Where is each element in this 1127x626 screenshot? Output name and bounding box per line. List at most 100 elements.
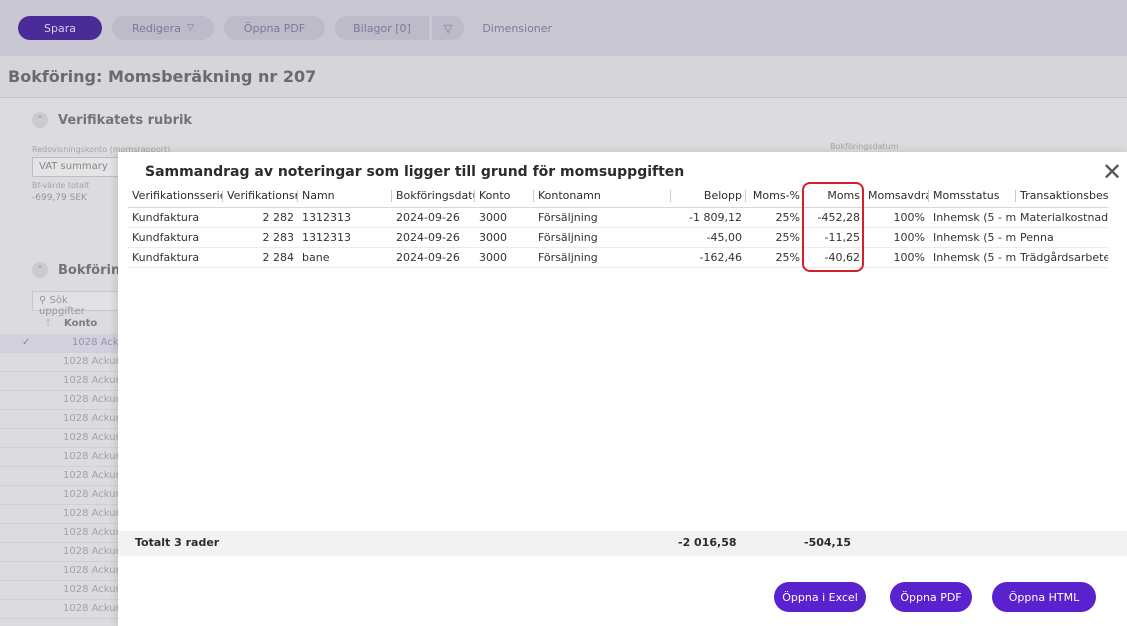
cell: Inhemsk (5 - moms) xyxy=(929,227,1016,248)
page-header: Bokföring: Momsberäkning nr 207 xyxy=(0,56,1127,98)
cell: Försäljning xyxy=(534,247,671,268)
list-item[interactable]: 1028 Ackumulerade xyxy=(0,410,118,429)
cell: 2024-09-26 xyxy=(392,207,475,228)
attachments-button[interactable]: Bilagor [0] xyxy=(335,16,429,40)
column-header[interactable]: Verifikationsserie xyxy=(128,185,223,208)
list-item[interactable]: 1028 Ackumulerade xyxy=(0,467,118,486)
table-header-row: Verifikationsserie Verifikationsnummer N… xyxy=(128,185,1108,208)
cell: 1312313 xyxy=(298,227,392,248)
cell: -45,00 xyxy=(671,227,746,248)
attachments-dropdown-button[interactable]: ▽ xyxy=(431,16,465,40)
list-item[interactable]: 1028 Ackumulerade xyxy=(0,562,118,581)
cell: Penna xyxy=(1016,227,1108,248)
list-item[interactable]: 1028 Ackumulerade xyxy=(0,581,118,600)
check-icon: ✓ xyxy=(22,337,31,348)
table-row[interactable]: Kundfaktura 2 284 bane 2024-09-26 3000 F… xyxy=(128,247,1108,268)
column-header[interactable]: Kontonamn xyxy=(534,185,671,208)
vat-summary-dialog: Sammandrag av noteringar som ligger till… xyxy=(118,152,1127,626)
list-item[interactable]: 1028 Ackumulerade xyxy=(0,524,118,543)
cell: Materialkostnad xyxy=(1016,207,1108,228)
section-header-voucher[interactable]: ⌃ Verifikatets rubrik xyxy=(32,112,192,128)
column-header[interactable]: Moms-% xyxy=(746,185,804,208)
open-pdf-toolbar-button[interactable]: Öppna PDF xyxy=(223,16,326,40)
cell: 1312313 xyxy=(298,207,392,228)
list-item[interactable]: 1028 Ackumulerade xyxy=(0,448,118,467)
total-value: -699,79 SEK xyxy=(32,193,87,203)
search-icon: ⚲ xyxy=(39,295,47,306)
cell: 3000 xyxy=(475,227,534,248)
edit-dropdown-button[interactable]: Redigera ▽ xyxy=(111,16,214,40)
cell: 2024-09-26 xyxy=(392,227,475,248)
totals-moms: -504,15 xyxy=(804,536,852,549)
totals-label: Totalt 3 rader xyxy=(135,536,220,549)
cell: -11,25 xyxy=(804,227,864,248)
cell: 2 283 xyxy=(223,227,298,248)
list-item[interactable]: ✓1028 Ackumulerade xyxy=(0,334,118,353)
cell: 25% xyxy=(746,227,804,248)
save-button[interactable]: Spara xyxy=(18,16,102,40)
cell: Inhemsk (5 - moms) xyxy=(929,247,1016,268)
close-icon[interactable]: ✕ xyxy=(1100,160,1124,184)
cell: Kundfaktura xyxy=(128,227,223,248)
list-item[interactable]: 1028 Ackumulerade xyxy=(0,486,118,505)
column-header[interactable]: Momsavdrag xyxy=(864,185,929,208)
account-field[interactable]: VAT summary xyxy=(32,157,122,177)
page-title: Bokföring: Momsberäkning nr 207 xyxy=(8,67,317,86)
section-header-label: Verifikatets rubrik xyxy=(58,112,193,128)
dialog-title: Sammandrag av noteringar som ligger till… xyxy=(145,164,685,180)
totals-belopp: -2 016,58 xyxy=(678,536,737,549)
cell: Försäljning xyxy=(534,207,671,228)
cell: 2 282 xyxy=(223,207,298,228)
cell: -40,62 xyxy=(804,247,864,268)
list-item[interactable]: 1028 Ackumulerade xyxy=(0,429,118,448)
chevron-down-icon: ▽ xyxy=(186,23,194,33)
table-row[interactable]: Kundfaktura 2 283 1312313 2024-09-26 300… xyxy=(128,227,1108,248)
cell: 100% xyxy=(864,207,929,228)
cell: bane xyxy=(298,247,392,268)
column-header[interactable]: Moms xyxy=(804,185,864,208)
cell: 25% xyxy=(746,247,804,268)
total-label: Bf-värde totalt xyxy=(32,181,90,190)
cell: -1 809,12 xyxy=(671,207,746,228)
cell: -162,46 xyxy=(671,247,746,268)
column-header[interactable]: Momsstatus xyxy=(929,185,1016,208)
cell: Inhemsk (5 - moms) xyxy=(929,207,1016,228)
cell: Kundfaktura xyxy=(128,247,223,268)
attachments-split-button: Bilagor [0] ▽ xyxy=(335,16,465,40)
cell: 2024-09-26 xyxy=(392,247,475,268)
vat-entries-table: Verifikationsserie Verifikationsnummer N… xyxy=(128,185,1108,268)
column-header[interactable]: Bokföringsdatum xyxy=(392,185,475,208)
cell: 3000 xyxy=(475,207,534,228)
search-input[interactable]: ⚲ Sök uppgifter xyxy=(32,291,122,317)
cell: Kundfaktura xyxy=(128,207,223,228)
open-pdf-button[interactable]: Öppna PDF xyxy=(890,582,972,612)
column-header[interactable]: Verifikationsnummer xyxy=(223,185,298,208)
column-header[interactable]: Konto xyxy=(475,185,534,208)
cell: 100% xyxy=(864,247,929,268)
cell: 100% xyxy=(864,227,929,248)
list-item[interactable]: 1028 Ackumulerade xyxy=(0,600,118,619)
cell: Försäljning xyxy=(534,227,671,248)
cell: 2 284 xyxy=(223,247,298,268)
column-header-account[interactable]: Konto xyxy=(0,314,118,334)
totals-row: Totalt 3 rader -2 016,58 -504,15 xyxy=(118,531,1127,556)
open-html-button[interactable]: Öppna HTML xyxy=(992,582,1096,612)
list-item[interactable]: 1028 Ackumulerade xyxy=(0,353,118,372)
list-item[interactable]: 1028 Ackumulerade xyxy=(0,391,118,410)
open-excel-button[interactable]: Öppna i Excel xyxy=(774,582,866,612)
table-row[interactable]: Kundfaktura 2 282 1312313 2024-09-26 300… xyxy=(128,207,1108,228)
column-header[interactable]: Belopp xyxy=(671,185,746,208)
toolbar: Spara Redigera ▽ Öppna PDF Bilagor [0] ▽… xyxy=(0,0,1127,56)
dimensions-link[interactable]: Dimensioner xyxy=(474,22,552,35)
column-header[interactable]: Namn xyxy=(298,185,392,208)
list-item[interactable]: 1028 Ackumulerade xyxy=(0,372,118,391)
column-header[interactable]: Transaktionsbeskrivning xyxy=(1016,185,1108,208)
list-item[interactable]: 1028 Ackumulerade xyxy=(0,505,118,524)
date-label: Bokföringsdatum xyxy=(830,142,899,151)
list-item[interactable]: 1028 Ackumulerade xyxy=(0,543,118,562)
cell: 25% xyxy=(746,207,804,228)
chevron-up-icon: ⌃ xyxy=(32,262,48,278)
cell: Trädgårdsarbete xyxy=(1016,247,1108,268)
postings-list: Konto ✓1028 Ackumulerade 1028 Ackumulera… xyxy=(0,314,118,619)
chevron-down-icon: ▽ xyxy=(443,21,453,35)
